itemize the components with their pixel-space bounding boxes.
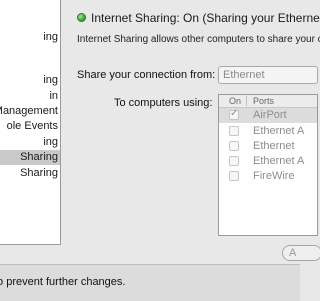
port-name: FireWire (253, 170, 295, 182)
port-checkbox[interactable] (229, 126, 239, 136)
service-list-item[interactable]: ing (0, 30, 60, 45)
service-list-item[interactable]: ing (0, 135, 60, 150)
service-list-item[interactable]: ing (0, 73, 60, 88)
port-name: Ethernet A (253, 125, 305, 137)
port-checkbox[interactable] (229, 171, 239, 181)
service-label: Sharing (20, 167, 58, 179)
port-checkbox[interactable] (229, 141, 239, 151)
sharing-description: Internet Sharing allows other computers … (77, 34, 320, 45)
ports-table-header: On Ports (219, 95, 317, 108)
service-list-item[interactable]: ole Events (0, 119, 60, 134)
service-list-item[interactable]: Sharing (0, 166, 60, 181)
service-label: Management (0, 105, 58, 117)
service-label: Sharing (20, 151, 58, 163)
status-on-icon (77, 13, 86, 22)
service-label: ing (43, 136, 58, 148)
service-list[interactable]: ing ing in Management ole Events ing Sha… (0, 0, 61, 245)
port-row[interactable]: Ethernet A (219, 124, 317, 139)
port-row[interactable]: FireWire (219, 169, 317, 184)
service-label: in (49, 90, 58, 102)
advanced-button[interactable]: A (282, 245, 320, 261)
port-name: Ethernet A (253, 155, 305, 167)
port-row-airport[interactable]: AirPort (219, 108, 317, 123)
port-checkbox[interactable] (229, 108, 239, 120)
internet-sharing-window: ing ing in Management ole Events ing Sha… (0, 0, 320, 301)
service-label: ing (43, 31, 58, 43)
column-on-header[interactable]: On (229, 95, 241, 107)
column-ports-header[interactable]: Ports (253, 95, 274, 107)
service-list-item-internet-sharing[interactable]: Sharing (0, 150, 60, 165)
service-label: ole Events (6, 120, 58, 132)
port-name: Ethernet (253, 140, 295, 152)
share-from-label: Share your connection from: (77, 69, 216, 81)
service-list-item[interactable]: Management (0, 104, 60, 119)
lock-bar: to prevent further changes. (0, 264, 300, 301)
service-label: ing (43, 74, 58, 86)
port-row[interactable]: Ethernet A (219, 154, 317, 169)
port-name: AirPort (253, 109, 287, 121)
column-divider (246, 96, 247, 106)
ports-table[interactable]: On Ports AirPort Ethernet A Ethernet Eth… (218, 94, 318, 236)
service-list-item[interactable]: in (0, 89, 60, 104)
to-computers-label: To computers using: (114, 97, 213, 109)
share-from-popup[interactable]: Ethernet (218, 66, 318, 84)
status-title: Internet Sharing: On (Sharing your Ether… (91, 11, 320, 25)
port-row[interactable]: Ethernet (219, 139, 317, 154)
port-checkbox[interactable] (229, 156, 239, 166)
lock-message: to prevent further changes. (0, 276, 126, 288)
